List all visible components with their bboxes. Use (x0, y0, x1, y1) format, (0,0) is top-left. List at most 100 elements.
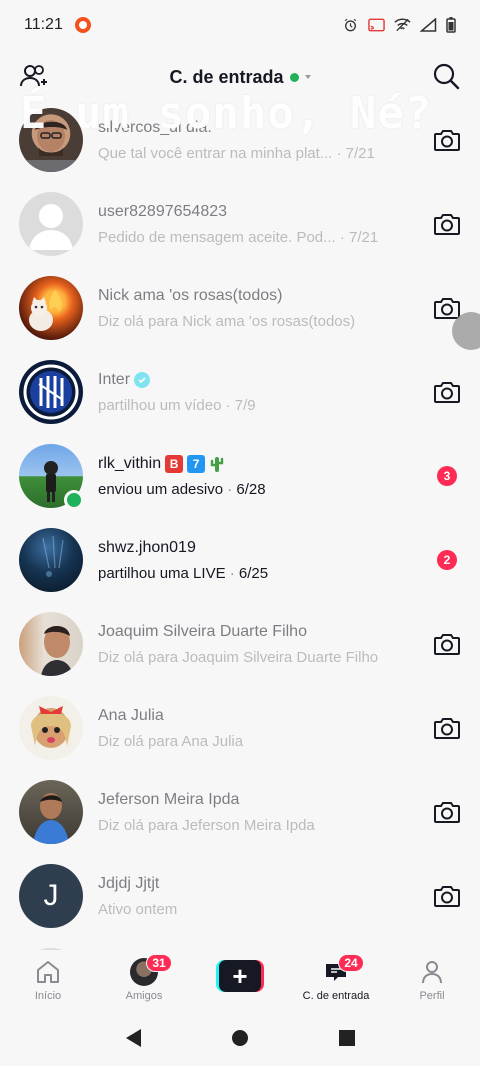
preview-text: enviou um adesivo (98, 480, 224, 498)
conversation-preview: partilhou uma LIVE · 6/25 (98, 565, 425, 582)
status-bar: 11:21 (0, 0, 480, 50)
conversation-preview: Que tal você entrar na minha plat... · 7… (98, 145, 421, 162)
separator-dot: · (339, 228, 349, 246)
recent-apps-icon[interactable] (338, 1030, 355, 1046)
conversation-item[interactable]: shwz.jhon019 partilhou uma LIVE · 6/25 2 (0, 518, 480, 602)
nav-friends-label: Amigos (125, 990, 163, 1002)
signal-icon (420, 18, 437, 32)
preview-time: 7/21 (345, 144, 375, 162)
separator-dot: · (336, 144, 346, 162)
conversation-name: Ana Julia (98, 706, 164, 724)
home-icon (37, 961, 59, 983)
conversation-preview: Ativo ontem (98, 901, 421, 918)
avatar (19, 696, 83, 760)
avatar (19, 360, 83, 424)
conversation-preview: Diz olá para Ana Julia (98, 733, 421, 750)
page-title: C. de entrada (169, 66, 284, 87)
conversation-item[interactable]: Inter partilhou um vídeo · 7/9 (0, 350, 480, 434)
avatar (19, 192, 83, 256)
search-icon[interactable] (432, 62, 460, 90)
preview-text: Diz olá para Joaquim Silveira Duarte Fil… (98, 648, 379, 666)
conversation-item[interactable]: Joaquim Silveira Duarte Filho Diz olá pa… (0, 602, 480, 686)
avatar (19, 528, 83, 592)
conversation-name-row: rlk_vithin B 7 (98, 454, 425, 473)
nav-profile[interactable]: Perfil (384, 958, 480, 1002)
preview-text: partilhou uma LIVE (98, 564, 226, 582)
conversation-item[interactable]: J Jdjdj Jjtjt Ativo ontem (0, 854, 480, 938)
avatar (19, 108, 83, 172)
man-photo-icon (41, 626, 73, 676)
preview-time: 6/25 (238, 564, 269, 582)
conversation-name: Joaquim Silveira Duarte Filho (98, 622, 307, 640)
battery-icon (446, 17, 456, 33)
camera-icon[interactable] (433, 632, 461, 656)
nav-friends[interactable]: 31 Amigos (96, 954, 192, 1002)
back-icon[interactable] (125, 1029, 141, 1047)
conversation-name: Nick ama 'os rosas(todos) (98, 286, 283, 304)
add-friends-icon[interactable] (18, 62, 48, 92)
seven-emoji-icon: 7 (187, 454, 206, 473)
cast-icon (368, 18, 385, 32)
cactus-icon (210, 456, 224, 472)
conversation-preview: Diz olá para Nick ama 'os rosas(todos) (98, 313, 421, 330)
camera-icon[interactable] (433, 212, 461, 236)
avatar (19, 612, 83, 676)
conversation-preview: Pedido de mensagem aceite. Pod... · 7/21 (98, 229, 421, 246)
profile-icon (422, 961, 442, 984)
separator-dot: · (225, 396, 235, 414)
b-emoji-icon: B (165, 454, 184, 473)
avatar-photo-icon (27, 120, 75, 172)
conversation-name: rlk_vithin (98, 454, 162, 472)
plus-icon: + (219, 960, 261, 992)
nav-profile-label: Perfil (419, 990, 445, 1002)
camera-icon[interactable] (433, 380, 461, 404)
inbox-title-selector[interactable]: C. de entrada (169, 66, 311, 88)
preview-time: 7/9 (234, 396, 256, 414)
conversation-item[interactable]: Nick ama 'os rosas(todos) Diz olá para N… (0, 266, 480, 350)
conversation-preview: Diz olá para Joaquim Silveira Duarte Fil… (98, 649, 421, 666)
home-button-icon[interactable] (231, 1030, 248, 1046)
online-indicator (64, 490, 84, 510)
avatar (19, 276, 83, 340)
verified-badge-icon (134, 371, 151, 388)
inbox-header: C. de entrada (0, 50, 480, 104)
conversation-name: Jeferson Meira Ipda (98, 790, 240, 808)
conversation-item[interactable]: Jeferson Meira Ipda Diz olá para Jeferso… (0, 770, 480, 854)
friends-count-badge: 31 (146, 954, 172, 972)
cartoon-avatar-icon (31, 706, 71, 748)
conversation-list[interactable]: silvercos_di dia. Que tal você entrar na… (0, 98, 480, 950)
camera-icon[interactable] (433, 128, 461, 152)
conversation-item[interactable]: user82897654823 Pedido de mensagem aceit… (0, 182, 480, 266)
conversation-item[interactable]: rlk_vithin B 7 enviou um adesivo · 6/28 … (0, 434, 480, 518)
nav-inbox[interactable]: 24 C. de entrada (288, 954, 384, 1002)
separator-dot: · (229, 564, 239, 582)
preview-text: Diz olá para Jeferson Meira Ipda (98, 816, 315, 834)
app-notification-icon (74, 17, 91, 33)
preview-time: 6/28 (236, 480, 266, 498)
default-avatar-icon (29, 204, 73, 250)
nav-home[interactable]: Início (0, 958, 96, 1002)
unread-count-badge: 3 (437, 466, 457, 486)
avatar: J (19, 864, 83, 928)
inbox-count-badge: 24 (338, 954, 364, 972)
nav-home-label: Início (34, 990, 62, 1002)
conversation-name: Inter (98, 370, 131, 388)
conversation-preview: Diz olá para Jeferson Meira Ipda (98, 817, 421, 834)
alarm-icon (344, 18, 357, 32)
wifi-icon (394, 18, 411, 32)
preview-text: Que tal você entrar na minha plat... (98, 144, 333, 162)
conversation-name: user82897654823 (98, 202, 228, 220)
preview-text: Diz olá para Nick ama 'os rosas(todos) (98, 312, 356, 330)
conversation-item[interactable]: Ana Julia Diz olá para Ana Julia (0, 686, 480, 770)
cat-fire-photo-icon (29, 290, 62, 331)
conversation-item[interactable] (0, 938, 480, 950)
camera-icon[interactable] (433, 800, 461, 824)
conversation-item[interactable]: silvercos_di dia. Que tal você entrar na… (0, 98, 480, 182)
nav-create[interactable]: + (192, 958, 288, 992)
conversation-name: Jdjdj Jjtjt (98, 874, 160, 892)
preview-text: Diz olá para Ana Julia (98, 732, 244, 750)
camera-icon[interactable] (433, 716, 461, 740)
create-button[interactable]: + (216, 960, 264, 992)
camera-icon[interactable] (433, 884, 461, 908)
man-photo-icon (33, 793, 69, 844)
